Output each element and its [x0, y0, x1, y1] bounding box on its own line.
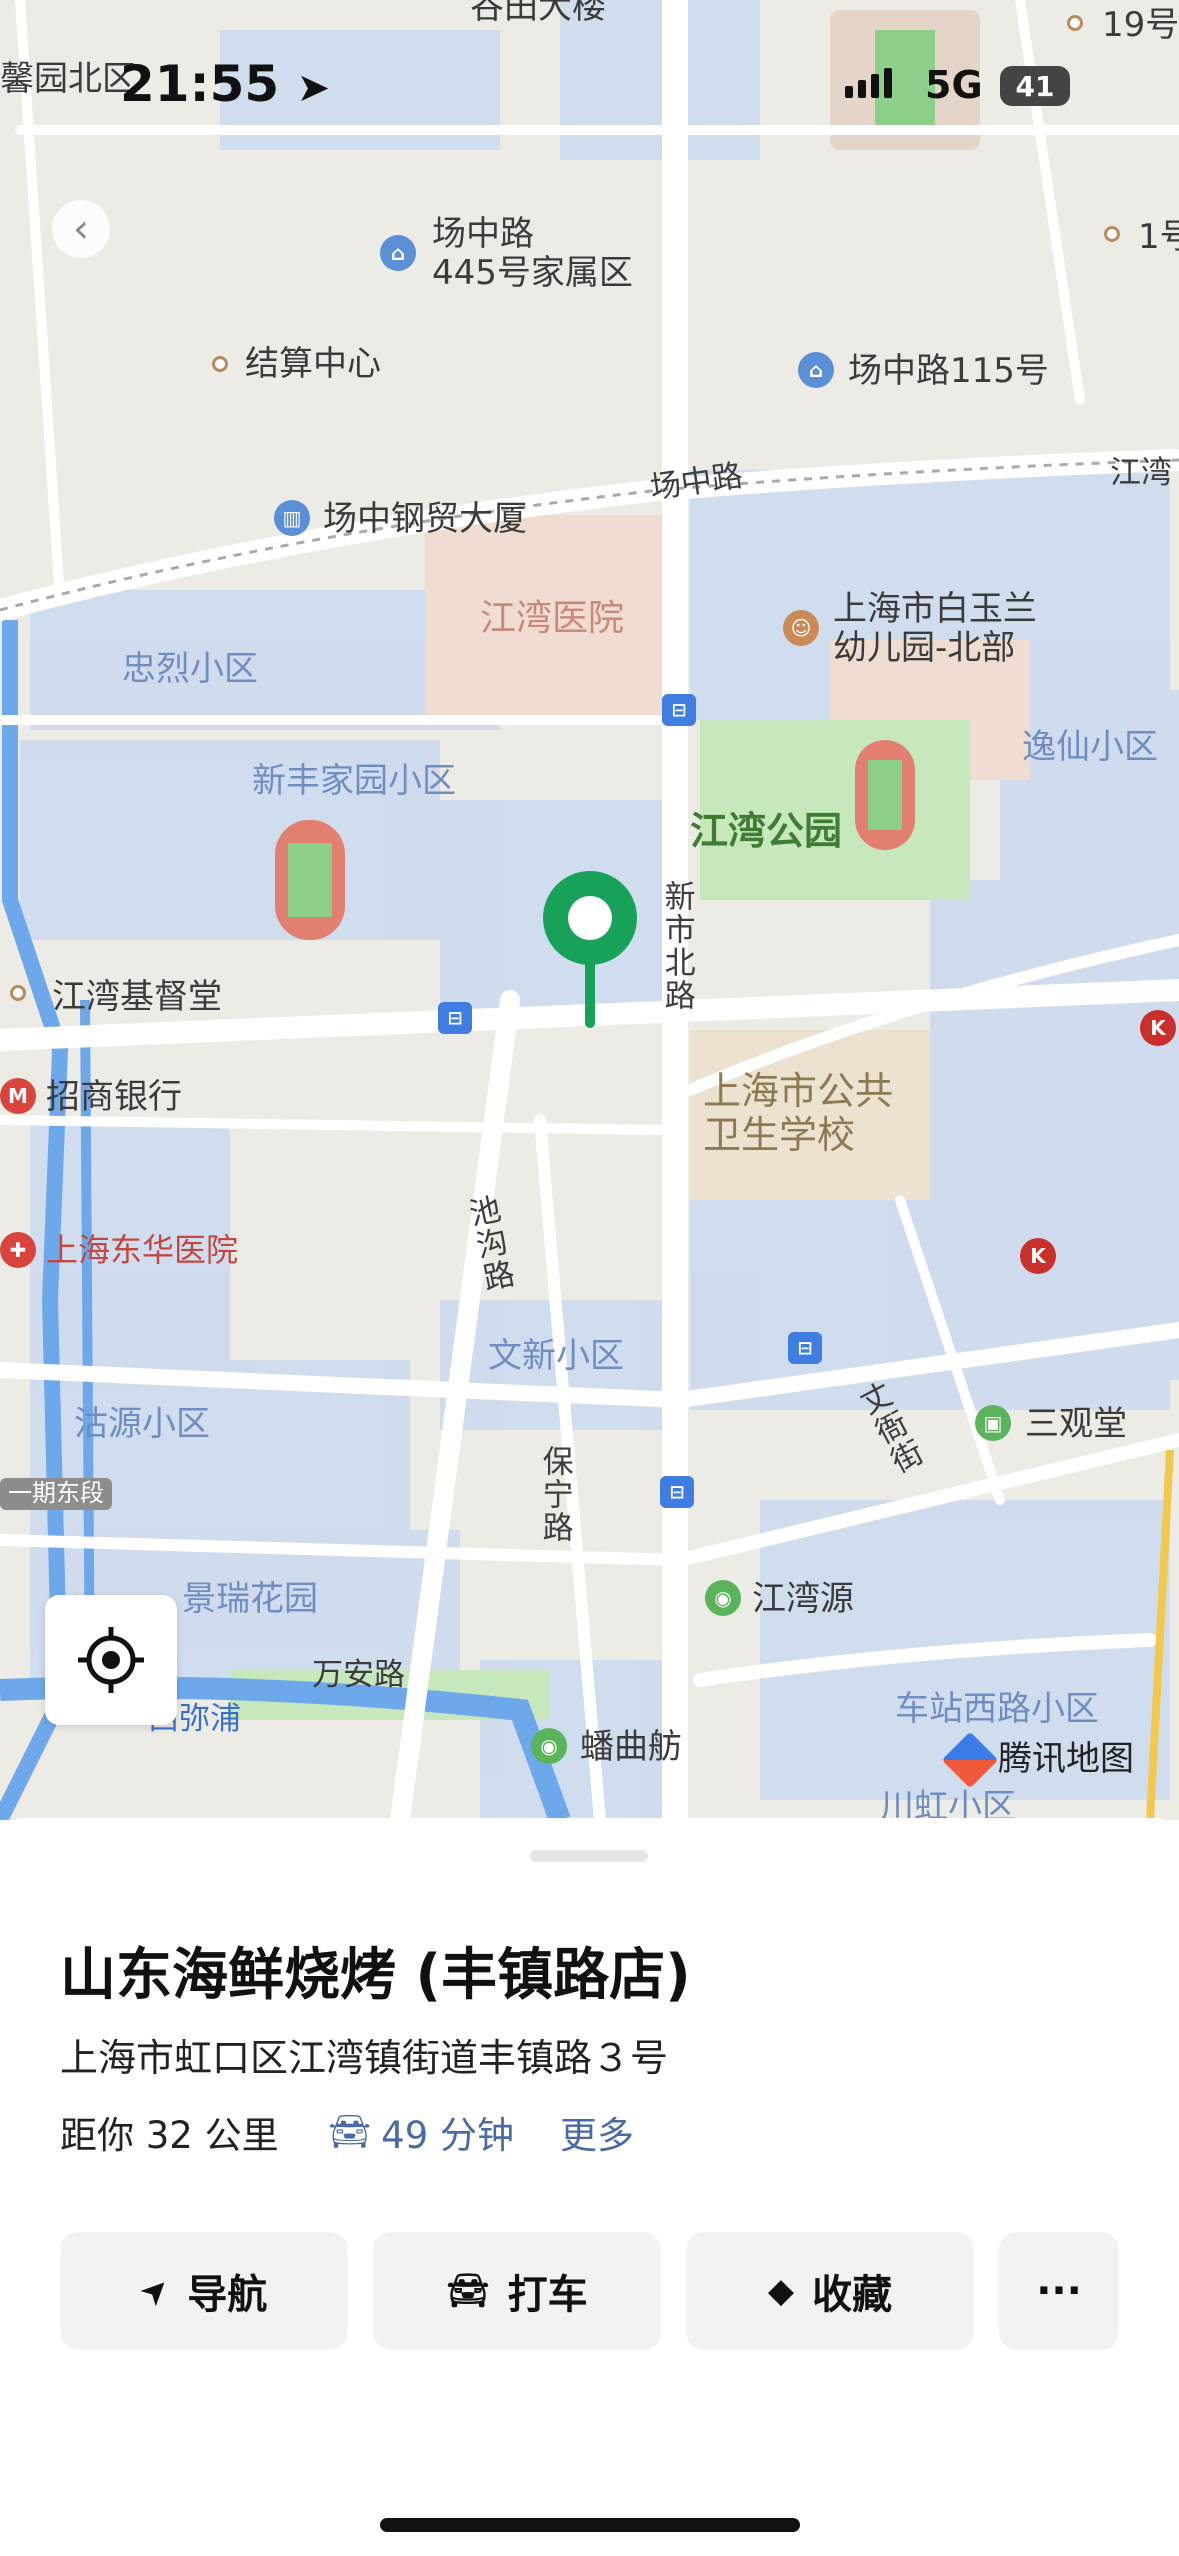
- navigate-button[interactable]: ➤ 导航: [60, 2232, 348, 2350]
- map-brand-label: 腾讯地图: [998, 1739, 1134, 1780]
- navigate-label: 导航: [187, 2272, 268, 2318]
- road-label-wanan: 万安路: [312, 1657, 405, 1693]
- school-label[interactable]: 上海市公共 卫生学校: [703, 1069, 893, 1157]
- poi-label-jiangwan-church[interactable]: 江湾基督堂: [52, 977, 222, 1017]
- road-label-baoning: 保宁路: [536, 1445, 573, 1544]
- sheet-drag-handle[interactable]: [530, 1850, 648, 1862]
- place-title: 山东海鲜烧烤 (丰镇路店): [60, 1943, 691, 2008]
- crosshair-icon: [78, 1627, 144, 1693]
- hospital-icon: ✚: [0, 1232, 36, 1268]
- locate-me-button[interactable]: [45, 1595, 177, 1725]
- navigation-arrow-icon: ➤: [130, 2266, 180, 2316]
- area-label-jingrui: 景瑞花园: [182, 1579, 318, 1619]
- poi-label-sanguantang[interactable]: 三观堂: [1025, 1404, 1127, 1444]
- more-actions-button[interactable]: ···: [999, 2232, 1119, 2350]
- battery-level: 41: [1015, 69, 1055, 103]
- bus-stop-icon[interactable]: ⊟: [662, 694, 696, 726]
- area-label-chezhan: 车站西路小区: [895, 1689, 1099, 1729]
- map-view[interactable]: 新丰家园小区 忠烈小区 逸仙小区 文新小区 沽源小区 景瑞花园 车站西路小区 川…: [0, 0, 1179, 1820]
- building-icon: ▥: [274, 500, 310, 536]
- poi-dot: [10, 985, 26, 1001]
- road-label-xinshibei: 新市北路: [658, 880, 695, 1012]
- poi-label-jiesuan[interactable]: 结算中心: [245, 344, 381, 384]
- area-label-wenxin: 文新小区: [488, 1336, 624, 1376]
- hospital-label-donghua[interactable]: 上海东华医院: [46, 1232, 238, 1269]
- park-icon: ◉: [705, 1580, 741, 1616]
- poi-label-changzhong445[interactable]: 场中路 445号家属区: [432, 214, 633, 293]
- bus-stop-icon[interactable]: ⊟: [660, 1476, 694, 1508]
- poi-label-no1[interactable]: 1号: [1138, 217, 1179, 257]
- favorite-label: 收藏: [812, 2272, 893, 2318]
- temple-icon: ▣: [975, 1405, 1011, 1441]
- car-icon: 🚘︎: [446, 2271, 490, 2311]
- home-icon: ⌂: [380, 235, 416, 271]
- area-label-chuanhong: 川虹小区: [880, 1787, 1016, 1820]
- poi-label-gangmao[interactable]: 场中钢贸大厦: [323, 499, 527, 539]
- poi-label-jiangwanyuan[interactable]: 江湾源: [752, 1579, 854, 1619]
- restaurant-icon[interactable]: K: [1020, 1238, 1056, 1274]
- area-label-xinfeng: 新丰家园小区: [252, 761, 456, 801]
- battery-icon: 41: [1000, 66, 1070, 106]
- area-label-zhonglie: 忠烈小区: [122, 649, 258, 689]
- drive-time[interactable]: 🚘︎ 49 分钟: [328, 2105, 514, 2159]
- home-icon: ⌂: [798, 352, 834, 388]
- chevron-left-icon: ‹: [73, 206, 89, 252]
- poi-label-changzhong115[interactable]: 场中路115号: [848, 351, 1049, 391]
- status-time: 21:55 ➤: [120, 55, 331, 113]
- road-label-jiangwan: 江湾: [1110, 455, 1172, 491]
- drive-time-label: 49 分钟: [381, 2114, 515, 2157]
- home-indicator[interactable]: [380, 2518, 800, 2532]
- poi-label-no19[interactable]: 19号: [1102, 5, 1179, 45]
- poi-label-ququfang[interactable]: 蟠曲舫: [580, 1727, 682, 1767]
- bus-stop-icon[interactable]: ⊟: [788, 1332, 822, 1364]
- cube-icon: ◆: [767, 2271, 795, 2311]
- place-address: 上海市虹口区江湾镇街道丰镇路３号: [60, 2036, 669, 2080]
- road-label-yiqi: 一期东段: [0, 1478, 112, 1510]
- area-label-guwan: 谷田大楼: [470, 0, 606, 27]
- area-label-yixian: 逸仙小区: [1022, 727, 1158, 767]
- park-label[interactable]: 江湾公园: [690, 809, 842, 854]
- network-label: 5G: [925, 63, 983, 107]
- location-pin-icon[interactable]: [540, 868, 640, 1028]
- back-button[interactable]: ‹: [52, 200, 110, 258]
- poi-dot: [212, 356, 228, 372]
- car-icon: 🚘︎: [328, 2112, 372, 2152]
- signal-icon: [845, 68, 892, 98]
- hospital-label-jiangwan[interactable]: 江湾医院: [480, 598, 624, 639]
- place-detail-sheet: [0, 1818, 1179, 2556]
- favorite-button[interactable]: ◆ 收藏: [686, 2232, 974, 2350]
- bank-icon: M: [0, 1078, 36, 1114]
- more-link[interactable]: 更多: [560, 2105, 634, 2159]
- location-arrow-icon: ➤: [296, 65, 331, 111]
- tencent-map-logo-icon: [941, 1731, 999, 1789]
- taxi-button[interactable]: 🚘︎ 打车: [373, 2232, 661, 2350]
- restaurant-icon[interactable]: K: [1140, 1010, 1176, 1046]
- bus-stop-icon[interactable]: ⊟: [438, 1002, 472, 1034]
- area-label-guyuan: 沽源小区: [74, 1404, 210, 1444]
- poi-label-baiyulan[interactable]: 上海市白玉兰 幼儿园-北部: [833, 589, 1037, 668]
- area-label-xinyuan: 馨园北区: [0, 59, 136, 99]
- place-distance: 距你 32 公里: [60, 2114, 279, 2157]
- school-icon: ☺: [783, 610, 819, 646]
- poi-dot: [1104, 226, 1120, 242]
- taxi-label: 打车: [507, 2272, 588, 2318]
- ellipsis-icon: ···: [1036, 2268, 1082, 2314]
- map-brand: 腾讯地图: [941, 1731, 1134, 1789]
- poi-label-zhaoshang[interactable]: 招商银行: [46, 1077, 182, 1117]
- park-icon: ◉: [531, 1728, 567, 1764]
- poi-dot: [1067, 15, 1083, 31]
